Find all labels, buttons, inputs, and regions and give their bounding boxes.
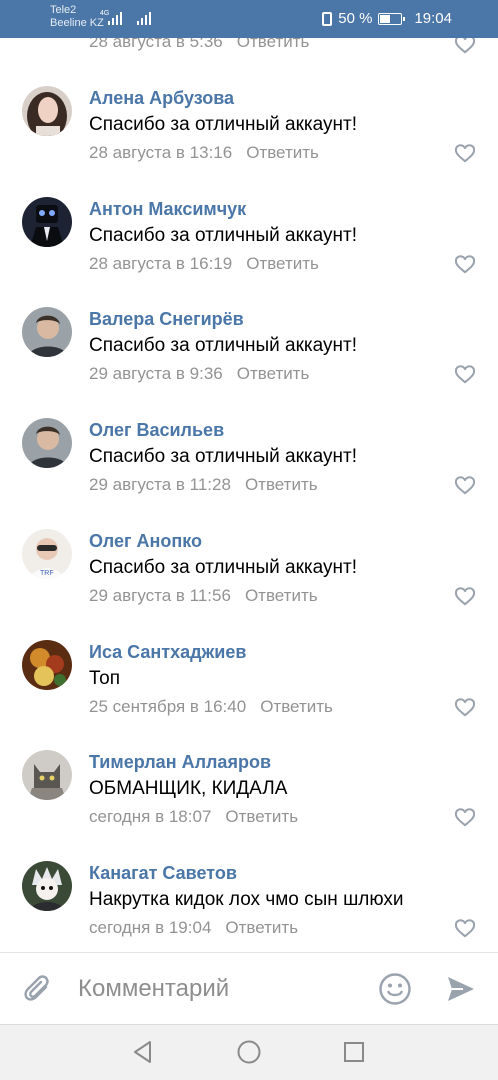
like-heart-icon[interactable] [454, 697, 476, 717]
comment-item: Олег Васильев Спасибо за отличный аккаунт… [0, 418, 498, 528]
comment-item: TRF Олег Анопко Спасибо за отличный аккаун… [0, 529, 498, 639]
comment-text: Спасибо за отличный аккаунт! [89, 335, 357, 356]
carrier-2: Beeline KZ [50, 17, 104, 29]
comment-text: Топ [89, 668, 120, 689]
avatar[interactable] [22, 307, 72, 357]
comment-author[interactable]: Олег Анопко [89, 531, 202, 552]
comment-meta: 29 августа в 11:28 Ответить [89, 475, 318, 495]
vibrate-icon [322, 11, 333, 26]
comment-item: Иса Сантхаджиев Топ 25 сентября в 16:40 Отв… [0, 640, 498, 750]
comment-date: 28 августа в 5:36 [89, 38, 223, 51]
comment-date: сегодня в 18:07 [89, 807, 212, 826]
like-heart-icon[interactable] [454, 38, 476, 54]
comment-author[interactable]: Канагат Саветов [89, 863, 237, 884]
paperclip-icon[interactable] [22, 973, 54, 1005]
comment-date: 25 сентября в 16:40 [89, 697, 247, 716]
avatar[interactable] [22, 86, 72, 136]
like-heart-icon[interactable] [454, 807, 476, 827]
like-heart-icon[interactable] [454, 364, 476, 384]
comment-item: Антон Максимчук Спасибо за отличный аккау… [0, 197, 498, 307]
avatar[interactable] [22, 861, 72, 911]
comment-date: 29 августа в 11:28 [89, 475, 231, 494]
comment-item: Канагат Саветов Накрутка кидок лох чмо сы… [0, 861, 498, 952]
comment-date: 29 августа в 9:36 [89, 364, 223, 383]
carrier-labels: Tele2 Beeline KZ [50, 4, 104, 30]
battery-fill [380, 14, 391, 23]
comment-text: Спасибо за отличный аккаунт! [89, 557, 357, 578]
comment-item: Валера Снегирёв Спасибо за отличный аккау… [0, 307, 498, 417]
reply-link[interactable]: Ответить [246, 254, 319, 273]
avatar[interactable]: TRF [22, 529, 72, 579]
comment-date: 28 августа в 16:19 [89, 254, 233, 273]
comment-author[interactable]: Алена Арбузова [89, 88, 234, 109]
comments-list[interactable]: 28 августа в 5:36 Ответить Алена Арбузова… [0, 38, 498, 952]
svg-text:TRF: TRF [40, 570, 54, 577]
comment-meta: 25 сентября в 16:40 Ответить [89, 697, 333, 717]
comment-text: Спасибо за отличный аккаунт! [89, 225, 357, 246]
comment-text: Спасибо за отличный аккаунт! [89, 446, 357, 467]
reply-link[interactable]: Ответить [260, 697, 333, 716]
status-right: 50 % 19:04 [322, 10, 452, 27]
comment-date: сегодня в 19:04 [89, 918, 212, 937]
like-heart-icon[interactable] [454, 475, 476, 495]
comment-author[interactable]: Тимерлан Аллаяров [89, 752, 271, 773]
reply-link[interactable]: Ответить [245, 586, 318, 605]
comment-meta: 28 августа в 13:16 Ответить [89, 143, 319, 163]
comment-item: Алена Арбузова Спасибо за отличный аккаун… [0, 86, 498, 196]
comment-item: Тимерлан Аллаяров ОБМАНЩИК, КИДАЛА сегодня… [0, 750, 498, 860]
comment-input-bar [0, 952, 498, 1024]
smile-icon[interactable] [378, 972, 412, 1006]
comment-meta: сегодня в 19:04 Ответить [89, 918, 298, 938]
comment-text: Спасибо за отличный аккаунт! [89, 114, 357, 135]
comment-meta: 29 августа в 11:56 Ответить [89, 586, 318, 606]
comment-input[interactable] [78, 967, 368, 1011]
recents-square-icon[interactable] [341, 1039, 367, 1065]
home-circle-icon[interactable] [236, 1039, 262, 1065]
comment-author[interactable]: Иса Сантхаджиев [89, 642, 246, 663]
avatar[interactable] [22, 640, 72, 690]
comment-date: 29 августа в 11:56 [89, 586, 231, 605]
reply-link[interactable]: Ответить [237, 364, 310, 383]
avatar[interactable] [22, 418, 72, 468]
comment-meta: сегодня в 18:07 Ответить [89, 807, 298, 827]
signal-icon [137, 9, 153, 25]
comment-author[interactable]: Олег Васильев [89, 420, 224, 441]
comment-text: ОБМАНЩИК, КИДАЛА [89, 778, 288, 799]
like-heart-icon[interactable] [454, 586, 476, 606]
back-triangle-icon[interactable] [130, 1039, 156, 1065]
comment-text: Накрутка кидок лох чмо сын шлюхи [89, 889, 404, 910]
like-heart-icon[interactable] [454, 254, 476, 274]
reply-link[interactable]: Ответить [245, 475, 318, 494]
signal-icon [108, 9, 124, 25]
comment-date: 28 августа в 13:16 [89, 143, 233, 162]
battery-percent: 50 % [338, 10, 373, 27]
system-nav-bar [0, 1024, 498, 1080]
like-heart-icon[interactable] [454, 143, 476, 163]
avatar[interactable] [22, 197, 72, 247]
comment-author[interactable]: Антон Максимчук [89, 199, 246, 220]
reply-link[interactable]: Ответить [237, 38, 310, 51]
reply-link[interactable]: Ответить [225, 918, 298, 937]
send-icon[interactable] [445, 973, 477, 1005]
like-heart-icon[interactable] [454, 918, 476, 938]
battery-icon [378, 12, 406, 25]
carrier-1: Tele2 [50, 4, 77, 16]
reply-link[interactable]: Ответить [246, 143, 319, 162]
avatar[interactable] [22, 750, 72, 800]
comment-author[interactable]: Валера Снегирёв [89, 309, 244, 330]
comment-meta: 29 августа в 9:36 Ответить [89, 364, 309, 384]
app-root: Tele2 Beeline KZ 4G 50 % 19:04 28 август… [0, 0, 498, 1080]
clock: 19:04 [414, 10, 452, 27]
status-bar: Tele2 Beeline KZ 4G 50 % 19:04 [0, 0, 498, 38]
partial-comment-meta: 28 августа в 5:36 Ответить [89, 38, 309, 52]
comment-meta: 28 августа в 16:19 Ответить [89, 254, 319, 274]
reply-link[interactable]: Ответить [225, 807, 298, 826]
